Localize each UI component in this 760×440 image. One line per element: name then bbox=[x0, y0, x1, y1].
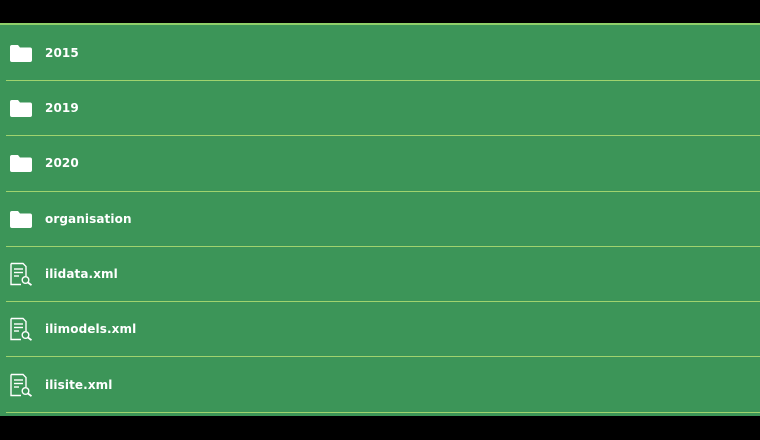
item-label: ilimodels.xml bbox=[45, 322, 137, 337]
folder-icon bbox=[9, 207, 33, 231]
item-label: ilisite.xml bbox=[45, 377, 113, 392]
file-item-ilimodels[interactable]: ilimodels.xml bbox=[6, 302, 760, 358]
folder-item-organisation[interactable]: organisation bbox=[6, 192, 760, 247]
folder-item-2019[interactable]: 2019 bbox=[6, 81, 760, 137]
document-search-icon bbox=[9, 373, 33, 397]
item-label: 2015 bbox=[45, 45, 79, 60]
item-label: 2019 bbox=[45, 101, 79, 116]
folder-icon bbox=[9, 41, 33, 65]
folder-icon bbox=[9, 151, 33, 175]
document-search-icon bbox=[9, 317, 33, 342]
item-label: ilidata.xml bbox=[45, 267, 118, 282]
file-item-ilidata[interactable]: ilidata.xml bbox=[6, 247, 760, 303]
document-search-icon bbox=[9, 262, 33, 286]
file-list: 2015 2019 2020 organisation ilidata.xml … bbox=[0, 23, 760, 416]
item-label: organisation bbox=[45, 211, 132, 226]
folder-item-2020[interactable]: 2020 bbox=[6, 136, 760, 192]
item-label: 2020 bbox=[45, 156, 79, 171]
file-item-ilisite[interactable]: ilisite.xml bbox=[6, 357, 760, 413]
folder-icon bbox=[9, 96, 33, 120]
folder-item-2015[interactable]: 2015 bbox=[6, 25, 760, 81]
